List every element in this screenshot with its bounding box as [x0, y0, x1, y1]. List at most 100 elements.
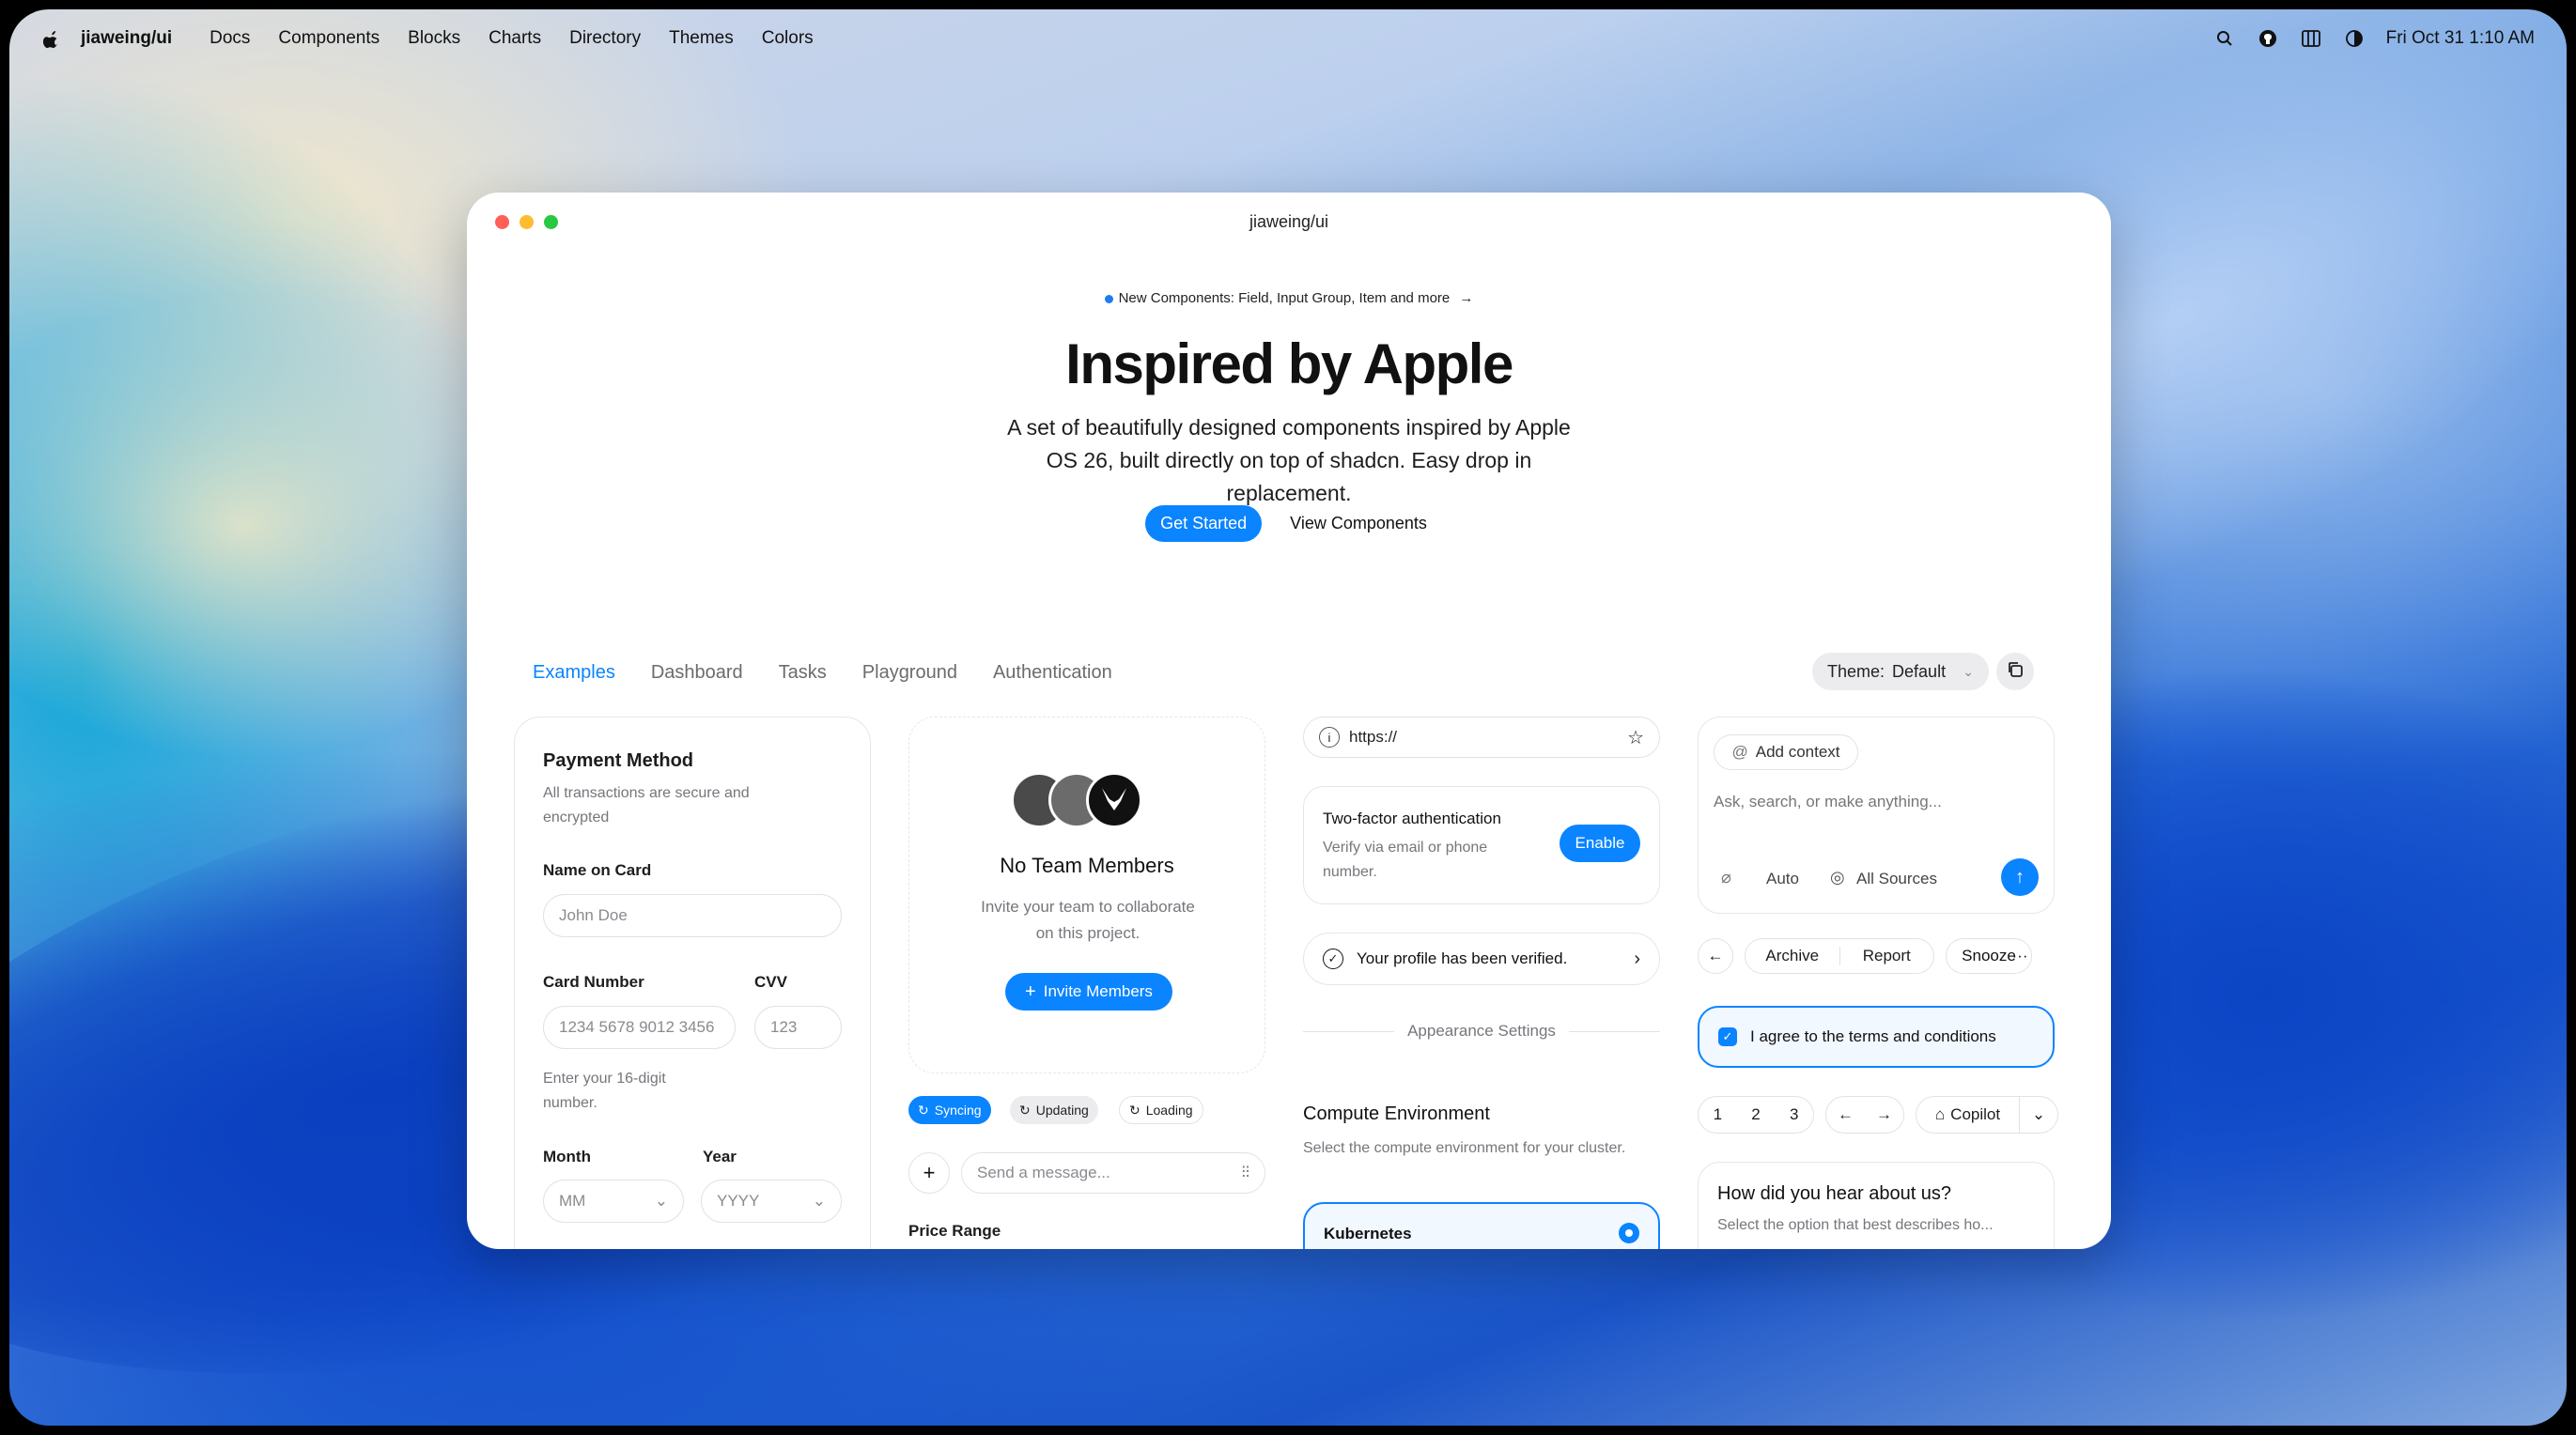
updating-badge: ↻ Updating: [1010, 1096, 1098, 1124]
more-options-button[interactable]: ···: [2002, 938, 2038, 974]
menu-charts[interactable]: Charts: [489, 28, 541, 49]
terms-checkbox-row[interactable]: ✓ I agree to the terms and conditions: [1698, 1006, 2055, 1068]
add-attachment-button[interactable]: +: [908, 1152, 950, 1194]
page-1[interactable]: 1: [1699, 1105, 1737, 1124]
theme-label: Theme:: [1827, 661, 1885, 681]
payment-card: Payment Method All transactions are secu…: [514, 717, 871, 1249]
ellipsis-icon: ···: [2011, 947, 2028, 964]
kubernetes-option[interactable]: Kubernetes: [1303, 1202, 1660, 1249]
info-icon: i: [1319, 727, 1340, 748]
paperclip-icon[interactable]: ⌀: [1721, 868, 1731, 887]
add-context-button[interactable]: @ Add context: [1714, 734, 1858, 770]
tab-tasks[interactable]: Tasks: [779, 662, 827, 684]
window-title: jiaweing/ui: [1249, 212, 1329, 231]
contrast-icon[interactable]: [2343, 27, 2366, 50]
arrow-up-icon: ↑: [2015, 866, 2025, 887]
copy-icon: [2007, 661, 2024, 683]
enable-button[interactable]: Enable: [1560, 825, 1640, 862]
clock-label[interactable]: Fri Oct 31 1:10 AM: [2386, 28, 2535, 49]
hero-title: Inspired by Apple: [1065, 332, 1513, 395]
at-icon: @: [1731, 743, 1748, 761]
check-circle-icon: ✓: [1323, 949, 1343, 969]
apple-icon[interactable]: [41, 28, 62, 49]
menu-bar: jiaweing/ui Docs Components Blocks Chart…: [9, 9, 2567, 68]
announcement-link[interactable]: New Components: Field, Input Group, Item…: [467, 290, 2111, 306]
back-button[interactable]: ←: [1698, 938, 1733, 974]
syncing-label: Syncing: [934, 1103, 982, 1118]
report-button[interactable]: Report: [1840, 947, 1934, 965]
invite-members-button[interactable]: + Invite Members: [1005, 973, 1172, 1011]
url-field[interactable]: i https:// ☆: [1303, 717, 1660, 758]
card-help-text: Enter your 16-digit number.: [543, 1071, 666, 1111]
kubernetes-label: Kubernetes: [1324, 1225, 1412, 1242]
search-icon[interactable]: [2213, 27, 2236, 50]
hero-subtitle: A set of beautifully designed components…: [1007, 415, 1571, 505]
payment-title: Payment Method: [543, 750, 694, 771]
page-2[interactable]: 2: [1737, 1105, 1776, 1124]
menu-blocks[interactable]: Blocks: [408, 28, 460, 49]
cvv-field[interactable]: 123: [754, 1006, 842, 1049]
all-sources-button[interactable]: All Sources: [1856, 870, 1937, 888]
tab-examples[interactable]: Examples: [533, 662, 615, 684]
compute-description: Select the compute environment for your …: [1303, 1140, 1626, 1156]
radio-selected-icon: [1619, 1223, 1639, 1243]
menu-docs[interactable]: Docs: [209, 28, 250, 49]
arrow-right-icon[interactable]: →: [1865, 1105, 1903, 1124]
compute-title: Compute Environment: [1303, 1103, 1490, 1124]
menu-components[interactable]: Components: [278, 28, 380, 49]
invite-members-label: Invite Members: [1043, 982, 1153, 1000]
chevron-down-icon: ⌄: [1963, 663, 1974, 679]
menu-directory[interactable]: Directory: [569, 28, 641, 49]
two-factor-description: Verify via email or phone number.: [1323, 840, 1488, 880]
copilot-split-button: ⌂ Copilot ⌄: [1916, 1096, 2058, 1134]
get-started-button[interactable]: Get Started: [1145, 505, 1263, 542]
refresh-icon: ↻: [918, 1102, 929, 1118]
plus-icon: +: [923, 1161, 936, 1184]
theme-select[interactable]: Theme: Default ⌄: [1812, 653, 1989, 690]
auto-mode-button[interactable]: Auto: [1766, 870, 1799, 888]
prev-next-group: ← →: [1825, 1096, 1904, 1134]
example-tabs: Examples Dashboard Tasks Playground Auth…: [533, 662, 1112, 684]
chevron-down-icon[interactable]: ⌄: [2020, 1105, 2057, 1124]
avatar: [1086, 772, 1142, 828]
copy-button[interactable]: [1996, 653, 2034, 690]
checkbox-checked-icon[interactable]: ✓: [1718, 1027, 1737, 1046]
app-window: jiaweing/ui New Components: Field, Input…: [467, 193, 2111, 1249]
name-field[interactable]: John Doe: [543, 894, 842, 937]
star-icon[interactable]: ☆: [1627, 726, 1644, 749]
brand-label[interactable]: jiaweing/ui: [81, 28, 172, 49]
tab-dashboard[interactable]: Dashboard: [651, 662, 743, 684]
refresh-icon: ↻: [1019, 1102, 1031, 1118]
menu-themes[interactable]: Themes: [669, 28, 734, 49]
two-factor-card: Two-factor authentication Verify via ema…: [1303, 786, 1660, 904]
spinner-icon: ↻: [1129, 1102, 1141, 1118]
sidebar-icon[interactable]: [2300, 27, 2322, 50]
year-value: YYYY: [717, 1192, 760, 1210]
verified-item[interactable]: ✓ Your profile has been verified. ›: [1303, 933, 1660, 985]
payment-subtitle: All transactions are secure and encrypte…: [543, 785, 750, 826]
syncing-badge: ↻ Syncing: [908, 1096, 991, 1124]
message-input[interactable]: Send a message... ⫶⫶: [961, 1152, 1265, 1194]
view-components-button[interactable]: View Components: [1284, 505, 1433, 542]
month-select[interactable]: MM ⌄: [543, 1180, 684, 1223]
appearance-label: Appearance Settings: [1407, 1022, 1556, 1040]
loading-badge: ↻ Loading: [1119, 1096, 1203, 1124]
tab-playground[interactable]: Playground: [862, 662, 957, 684]
page-3[interactable]: 3: [1775, 1105, 1813, 1124]
menu-colors[interactable]: Colors: [762, 28, 814, 49]
arrow-left-icon[interactable]: ←: [1826, 1105, 1865, 1124]
copilot-button[interactable]: ⌂ Copilot: [1916, 1097, 2020, 1133]
waveform-icon[interactable]: ⫶⫶: [1242, 1164, 1250, 1182]
tab-authentication[interactable]: Authentication: [993, 662, 1112, 684]
url-value: https://: [1349, 728, 1398, 746]
send-button[interactable]: ↑: [2001, 858, 2039, 896]
message-placeholder: Send a message...: [977, 1164, 1110, 1181]
verified-text: Your profile has been verified.: [1357, 949, 1568, 967]
card-number-field[interactable]: 1234 5678 9012 3456: [543, 1006, 736, 1049]
name-label: Name on Card: [543, 861, 652, 879]
archive-button[interactable]: Archive: [1746, 947, 1840, 965]
arrow-left-icon: ←: [1707, 947, 1724, 964]
github-icon[interactable]: [2257, 27, 2279, 50]
year-select[interactable]: YYYY ⌄: [701, 1180, 842, 1223]
ai-prompt-input[interactable]: Ask, search, or make anything...: [1714, 793, 1942, 811]
